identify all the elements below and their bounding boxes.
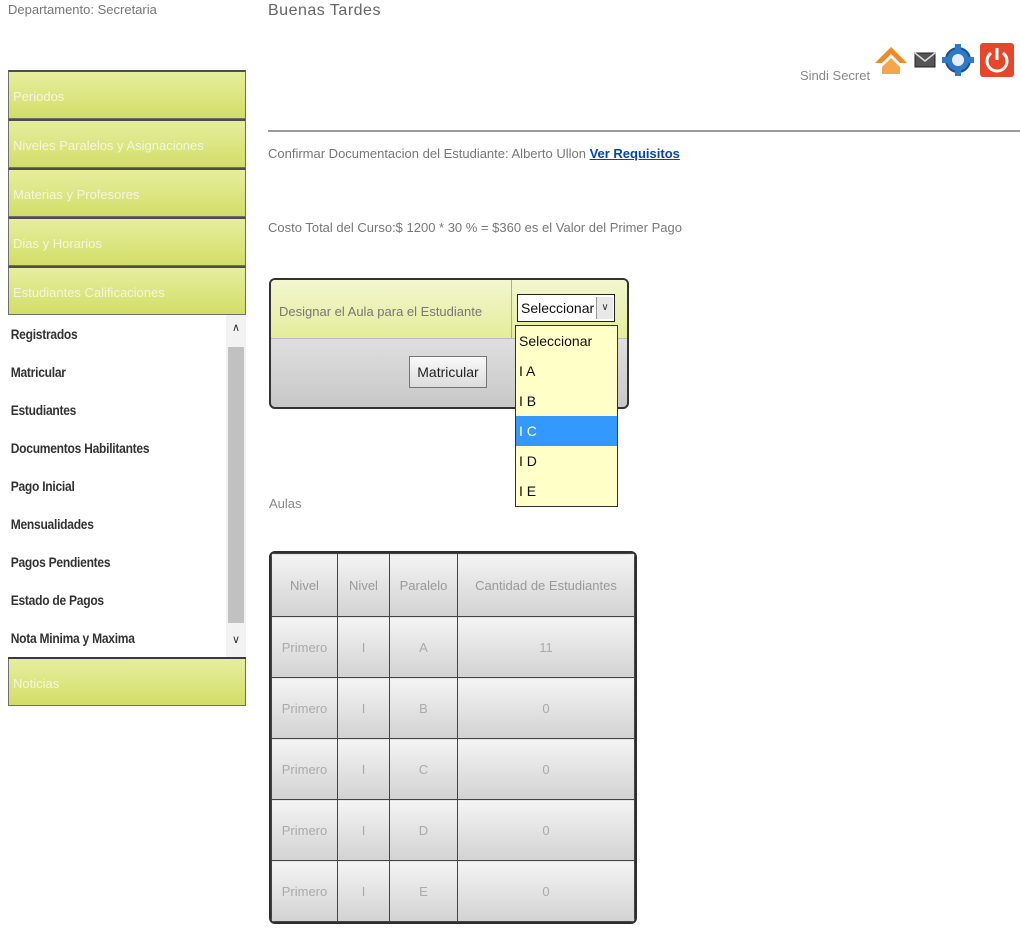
sidebar-item-materias[interactable]: Materias y Profesores [8, 168, 246, 217]
table-row: Primero I E 0 [271, 860, 635, 922]
aulas-label: Aulas [269, 496, 302, 511]
classrooms-table-wrapper: Nivel Nivel Paralelo Cantidad de Estudia… [269, 551, 637, 924]
column-header: Paralelo [389, 553, 458, 617]
submenu-mensualidades[interactable]: Mensualidades [9, 505, 213, 543]
column-header: Nivel [337, 553, 390, 617]
mail-icon[interactable] [914, 51, 936, 74]
table-cell: C [389, 738, 458, 800]
sidebar-submenu: Registrados Matricular Estudiantes Docum… [8, 315, 246, 657]
table-header-row: Nivel Nivel Paralelo Cantidad de Estudia… [271, 553, 635, 617]
table-cell: 0 [457, 738, 635, 800]
submenu-matricular[interactable]: Matricular [9, 353, 213, 391]
table-cell: Primero [271, 860, 338, 922]
table-cell: 0 [457, 799, 635, 861]
table-cell: Primero [271, 677, 338, 739]
table-cell: I [337, 799, 390, 861]
submenu-documentos[interactable]: Documentos Habilitantes [9, 429, 213, 467]
table-cell: B [389, 677, 458, 739]
submenu-pagos-pendientes[interactable]: Pagos Pendientes [9, 543, 213, 581]
table-row: Primero I A 11 [271, 616, 635, 678]
department-label: Departamento: Secretaria [8, 2, 157, 17]
sidebar-item-periodos[interactable]: Periodos [8, 70, 246, 119]
course-cost-text: Costo Total del Curso:$ 1200 * 30 % = $3… [268, 220, 682, 235]
settings-gear-icon[interactable] [942, 43, 974, 82]
table-cell: D [389, 799, 458, 861]
user-name: Sindi Secret [800, 68, 871, 83]
classroom-select[interactable]: Seleccionar ∨ [517, 294, 615, 322]
ver-requisitos-link[interactable]: Ver Requisitos [590, 146, 680, 161]
table-cell: I [337, 738, 390, 800]
classroom-dropdown-list: Seleccionar I A I B I C I D I E [515, 325, 618, 507]
submenu-registrados[interactable]: Registrados [9, 315, 213, 353]
panel-divider [511, 280, 512, 338]
submenu-nota-min-max[interactable]: Nota Minima y Maxima [9, 619, 213, 657]
scroll-up-icon[interactable]: ∧ [226, 321, 246, 334]
table-row: Primero I D 0 [271, 799, 635, 861]
confirm-documentation-text: Confirmar Documentacion del Estudiante: … [268, 146, 680, 161]
dropdown-option[interactable]: Seleccionar [516, 326, 617, 356]
power-icon[interactable] [980, 42, 1014, 82]
table-row: Primero I B 0 [271, 677, 635, 739]
table-cell: E [389, 860, 458, 922]
scroll-down-icon[interactable]: ∨ [226, 633, 246, 646]
confirm-text: Confirmar Documentacion del Estudiante: … [268, 146, 590, 161]
column-header: Nivel [271, 553, 338, 617]
dropdown-option[interactable]: I E [516, 476, 617, 506]
dropdown-option[interactable]: I A [516, 356, 617, 386]
greeting-title: Buenas Tardes [268, 2, 381, 19]
scrollbar-thumb[interactable] [228, 347, 244, 623]
chevron-down-icon[interactable]: ∨ [596, 297, 613, 319]
submenu-estado-pagos[interactable]: Estado de Pagos [9, 581, 213, 619]
table-cell: Primero [271, 799, 338, 861]
header-divider [268, 130, 1020, 132]
sidebar-item-niveles[interactable]: Niveles Paralelos y Asignaciones [8, 119, 246, 168]
table-cell: 11 [457, 616, 635, 678]
classrooms-table: Nivel Nivel Paralelo Cantidad de Estudia… [271, 553, 635, 922]
sidebar-item-dias[interactable]: Dias y Horarios [8, 217, 246, 266]
dropdown-option-highlighted[interactable]: I C [516, 416, 617, 446]
table-row: Primero I C 0 [271, 738, 635, 800]
dropdown-option[interactable]: I D [516, 446, 617, 476]
assign-classroom-label: Designar el Aula para el Estudiante [279, 304, 483, 319]
table-cell: A [389, 616, 458, 678]
table-cell: 0 [457, 677, 635, 739]
column-header: Cantidad de Estudiantes [457, 553, 635, 617]
table-cell: I [337, 616, 390, 678]
submenu-estudiantes[interactable]: Estudiantes [9, 391, 213, 429]
enroll-button[interactable]: Matricular [409, 356, 487, 388]
dropdown-option[interactable]: I B [516, 386, 617, 416]
home-icon[interactable] [874, 45, 908, 80]
classroom-select-value: Seleccionar [521, 300, 595, 316]
header-icons [874, 36, 1014, 88]
table-cell: Primero [271, 738, 338, 800]
sidebar-menu: Periodos Niveles Paralelos y Asignacione… [8, 70, 246, 706]
submenu-pago-inicial[interactable]: Pago Inicial [9, 467, 213, 505]
table-cell: 0 [457, 860, 635, 922]
sidebar-item-noticias[interactable]: Noticias [8, 659, 246, 706]
sidebar-item-estudiantes[interactable]: Estudiantes Calificaciones [8, 266, 246, 315]
submenu-scrollbar[interactable]: ∧ ∨ [226, 315, 246, 657]
table-cell: Primero [271, 616, 338, 678]
table-cell: I [337, 860, 390, 922]
table-cell: I [337, 677, 390, 739]
